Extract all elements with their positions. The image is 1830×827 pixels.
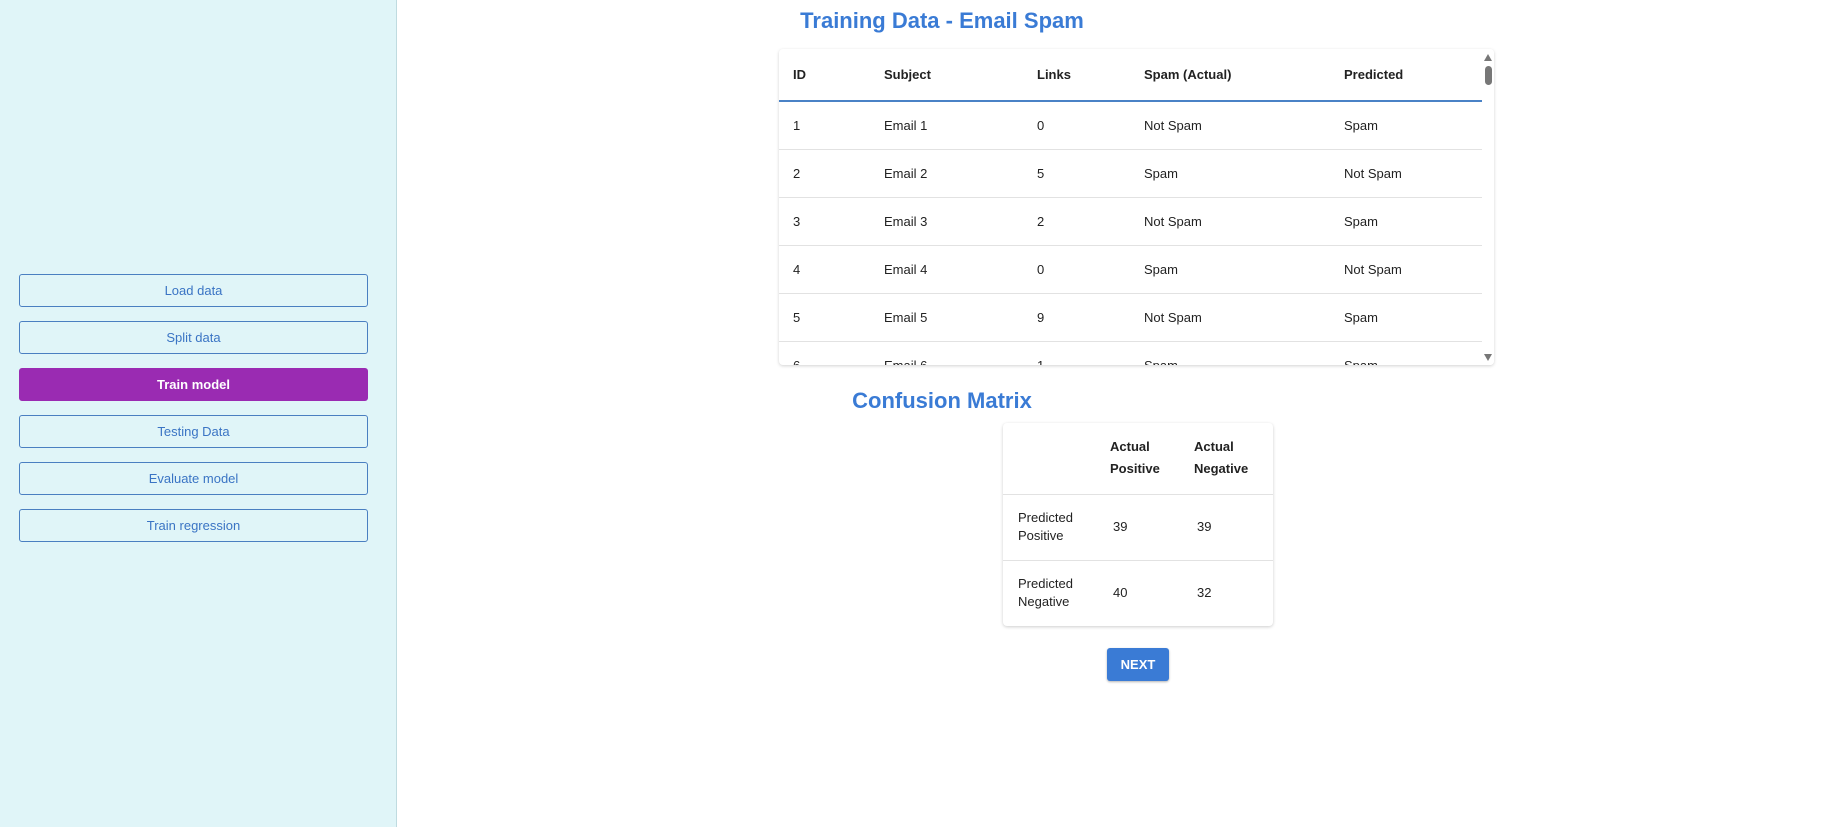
- training-table-scroll-area[interactable]: ID Subject Links Spam (Actual) Predicted…: [779, 49, 1482, 365]
- cell-predicted: Spam: [1330, 197, 1482, 246]
- cell-spam-actual: Not Spam: [1130, 293, 1330, 342]
- cell-true-positive: 39: [1098, 493, 1182, 560]
- confusion-header-actual-positive: Actual Positive: [1110, 439, 1160, 477]
- cell-spam-actual: Spam: [1130, 245, 1330, 294]
- table-row: 1 Email 1 0 Not Spam Spam: [779, 101, 1482, 150]
- cell-spam-actual: Not Spam: [1130, 197, 1330, 246]
- confusion-matrix-title: Confusion Matrix: [852, 388, 1032, 413]
- confusion-header-actual-negative: Actual Negative: [1194, 439, 1249, 477]
- main-content: Training Data - Email Spam ID Subject Li…: [397, 0, 1830, 827]
- scroll-up-arrow-icon[interactable]: [1484, 54, 1492, 61]
- cell-spam-actual: Not Spam: [1130, 101, 1330, 150]
- column-header-predicted: Predicted: [1330, 49, 1482, 102]
- train-regression-button[interactable]: Train regression: [19, 509, 368, 542]
- load-data-button[interactable]: Load data: [19, 274, 368, 307]
- cell-subject: Email 3: [870, 197, 1023, 246]
- cell-subject: Email 2: [870, 149, 1023, 198]
- cell-spam-actual: Spam: [1130, 149, 1330, 198]
- cell-id: 2: [779, 149, 870, 198]
- cell-links: 2: [1023, 197, 1130, 246]
- confusion-matrix-table: Actual Positive Actual Negative Predicte…: [1003, 423, 1273, 626]
- cell-subject: Email 4: [870, 245, 1023, 294]
- scroll-down-arrow-icon[interactable]: [1484, 354, 1492, 361]
- cell-subject: Email 6: [870, 341, 1023, 365]
- table-row: 2 Email 2 5 Spam Not Spam: [779, 149, 1482, 198]
- cell-false-negative: 40: [1098, 559, 1182, 626]
- training-data-title: Training Data - Email Spam: [800, 8, 1084, 33]
- table-row: 3 Email 3 2 Not Spam Spam: [779, 197, 1482, 246]
- sidebar-nav: Load data Split data Train model Testing…: [19, 274, 368, 556]
- cell-id: 5: [779, 293, 870, 342]
- table-row: 6 Email 6 1 Spam Spam: [779, 341, 1482, 365]
- cell-subject: Email 1: [870, 101, 1023, 150]
- vertical-scrollbar[interactable]: [1482, 49, 1494, 365]
- table-row: 5 Email 5 9 Not Spam Spam: [779, 293, 1482, 342]
- column-header-subject: Subject: [870, 49, 1023, 102]
- training-table-container[interactable]: ID Subject Links Spam (Actual) Predicted…: [779, 49, 1494, 365]
- cell-subject: Email 5: [870, 293, 1023, 342]
- cell-id: 6: [779, 341, 870, 365]
- app: Load data Split data Train model Testing…: [0, 0, 1830, 827]
- next-button[interactable]: NEXT: [1107, 648, 1169, 681]
- cell-predicted: Spam: [1330, 341, 1482, 365]
- cell-id: 3: [779, 197, 870, 246]
- table-header-row: ID Subject Links Spam (Actual) Predicted: [779, 49, 1482, 102]
- cell-links: 0: [1023, 245, 1130, 294]
- cell-spam-actual: Spam: [1130, 341, 1330, 365]
- cell-predicted: Not Spam: [1330, 149, 1482, 198]
- evaluate-model-button[interactable]: Evaluate model: [19, 462, 368, 495]
- confusion-header-row: Actual Positive Actual Negative: [1003, 423, 1273, 494]
- cell-predicted: Spam: [1330, 101, 1482, 150]
- confusion-matrix-container: Actual Positive Actual Negative Predicte…: [1003, 423, 1273, 626]
- column-header-links: Links: [1023, 49, 1130, 102]
- cell-predicted: Spam: [1330, 293, 1482, 342]
- row-label-predicted-positive: Predicted Positive: [1003, 493, 1098, 560]
- cell-links: 1: [1023, 341, 1130, 365]
- testing-data-button[interactable]: Testing Data: [19, 415, 368, 448]
- confusion-row: Predicted Positive 39 39: [1003, 493, 1273, 560]
- training-table: ID Subject Links Spam (Actual) Predicted…: [779, 49, 1482, 365]
- scrollbar-thumb[interactable]: [1485, 66, 1492, 85]
- table-row: 4 Email 4 0 Spam Not Spam: [779, 245, 1482, 294]
- cell-predicted: Not Spam: [1330, 245, 1482, 294]
- row-label-predicted-negative: Predicted Negative: [1003, 559, 1098, 626]
- cell-false-positive: 39: [1182, 493, 1273, 560]
- confusion-header-empty: [1003, 423, 1098, 494]
- split-data-button[interactable]: Split data: [19, 321, 368, 354]
- cell-true-negative: 32: [1182, 559, 1273, 626]
- cell-links: 5: [1023, 149, 1130, 198]
- confusion-row: Predicted Negative 40 32: [1003, 559, 1273, 626]
- cell-id: 4: [779, 245, 870, 294]
- train-model-button[interactable]: Train model: [19, 368, 368, 401]
- cell-id: 1: [779, 101, 870, 150]
- cell-links: 9: [1023, 293, 1130, 342]
- column-header-id: ID: [779, 49, 870, 102]
- cell-links: 0: [1023, 101, 1130, 150]
- sidebar: Load data Split data Train model Testing…: [0, 0, 397, 827]
- column-header-spam-actual: Spam (Actual): [1130, 49, 1330, 102]
